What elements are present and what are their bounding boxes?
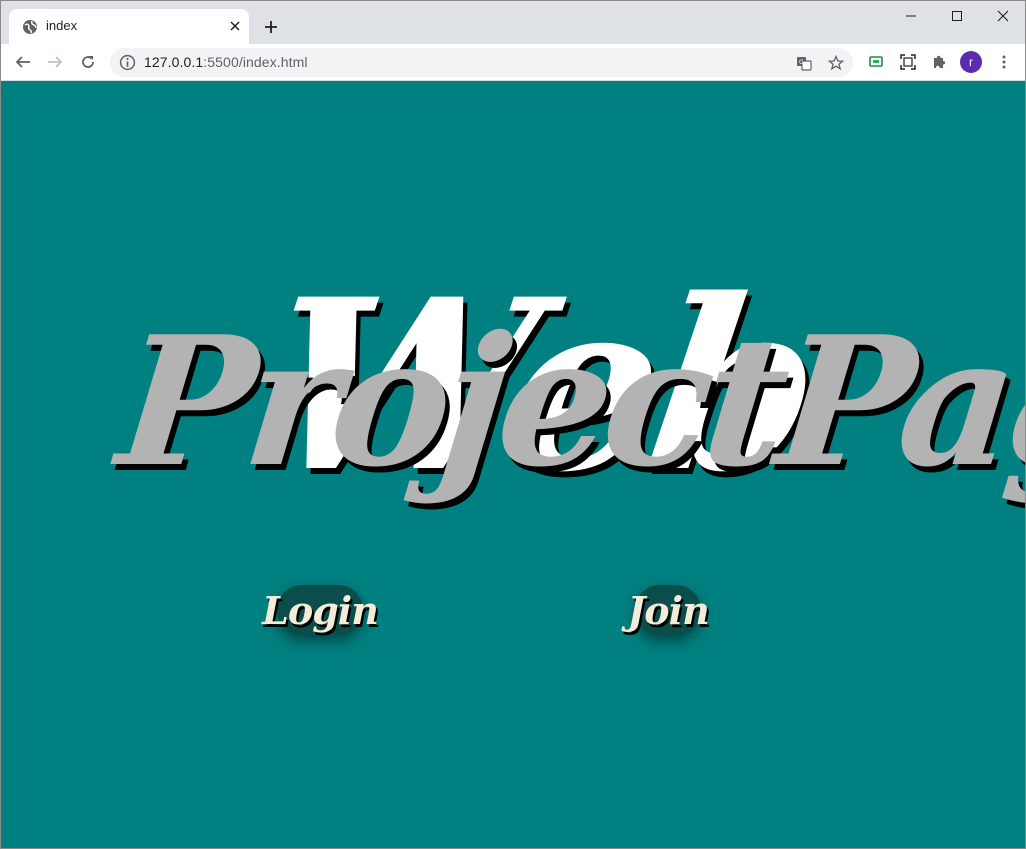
page-content: Web ProjectPage Login Join — [1, 81, 1025, 848]
kebab-menu-icon — [1002, 55, 1006, 69]
info-icon[interactable] — [119, 54, 136, 71]
address-bar[interactable]: 127.0.0.1:5500/index.html G — [110, 48, 853, 77]
puzzle-icon — [934, 55, 946, 68]
back-button[interactable] — [10, 49, 36, 75]
translate-button[interactable]: G — [791, 50, 817, 76]
new-tab-button[interactable] — [260, 16, 282, 38]
screen-capture-button[interactable] — [895, 49, 921, 75]
tab-close-icon[interactable] — [227, 18, 243, 34]
tab-strip: index — [1, 1, 1025, 44]
cast-icon — [869, 56, 883, 67]
join-button[interactable]: Join — [627, 585, 710, 635]
screen-capture-icon — [900, 54, 916, 70]
translate-icon: G — [797, 57, 812, 71]
forward-button[interactable] — [42, 49, 68, 75]
reload-icon — [82, 56, 94, 68]
star-icon — [828, 55, 844, 71]
maximize-button[interactable] — [934, 1, 980, 31]
close-icon — [997, 10, 1009, 22]
menu-button[interactable] — [991, 49, 1017, 75]
url-path: :5500/index.html — [203, 54, 308, 70]
login-button-label: Login — [262, 587, 379, 633]
globe-icon — [23, 20, 37, 34]
cast-button[interactable] — [863, 49, 889, 75]
profile-avatar[interactable]: r — [960, 51, 982, 73]
reload-button[interactable] — [75, 49, 101, 75]
bookmark-button[interactable] — [823, 50, 849, 76]
url-host: 127.0.0.1 — [144, 54, 204, 70]
login-button[interactable]: Login — [262, 585, 379, 635]
browser-tab[interactable]: index — [9, 9, 249, 44]
minimize-icon — [906, 15, 916, 17]
tab-title: index — [46, 18, 78, 33]
plus-icon — [265, 21, 277, 33]
close-window-button[interactable] — [980, 1, 1025, 31]
hero-front-text: ProjectPage — [110, 297, 1025, 506]
extensions-button[interactable] — [926, 49, 952, 75]
maximize-icon — [952, 11, 962, 21]
back-arrow-icon — [15, 56, 30, 68]
browser-toolbar: 127.0.0.1:5500/index.html G r — [1, 44, 1025, 81]
url-text[interactable]: 127.0.0.1:5500/index.html — [144, 54, 308, 70]
hero-title: Web ProjectPage — [1, 81, 1025, 848]
forward-arrow-icon — [48, 56, 63, 68]
browser-window: index 127.0.0.1:5500/index.html G r Web … — [0, 0, 1026, 849]
svg-text:G: G — [799, 59, 804, 66]
minimize-button[interactable] — [888, 1, 934, 31]
join-button-label: Join — [627, 587, 709, 633]
